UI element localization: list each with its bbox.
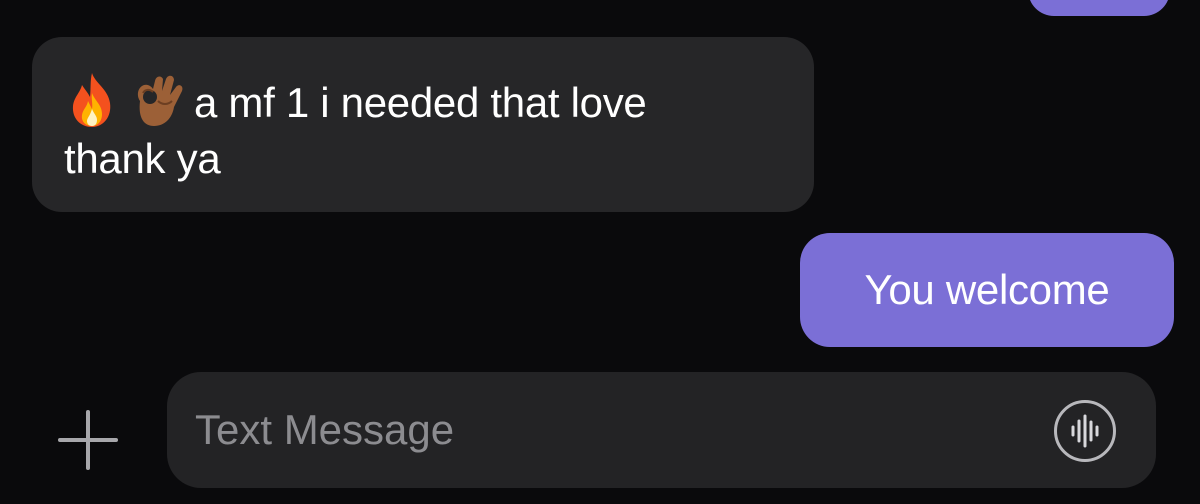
waveform-icon	[1071, 414, 1099, 448]
message-composer	[0, 360, 1200, 504]
add-attachment-button[interactable]	[50, 402, 126, 478]
outgoing-message-text: You welcome	[864, 266, 1110, 313]
outgoing-message-bubble[interactable]: You welcome	[800, 233, 1174, 347]
incoming-message-text-line-1: a mf 1 i needed that love	[194, 79, 647, 126]
fire-emoji-icon	[64, 71, 120, 129]
ok-hand-emoji-icon	[128, 71, 186, 129]
voice-message-button[interactable]	[1054, 400, 1116, 462]
outgoing-message-bubble-partial[interactable]	[1028, 0, 1170, 16]
incoming-message-text-line-2: thank ya	[64, 135, 221, 182]
message-input[interactable]	[195, 398, 1015, 462]
incoming-message-bubble[interactable]: a mf 1 i needed that love thank ya	[32, 37, 814, 212]
incoming-message-line-1: a mf 1 i needed that love	[64, 71, 784, 131]
message-input-field[interactable]	[167, 372, 1156, 488]
plus-icon	[58, 410, 118, 470]
